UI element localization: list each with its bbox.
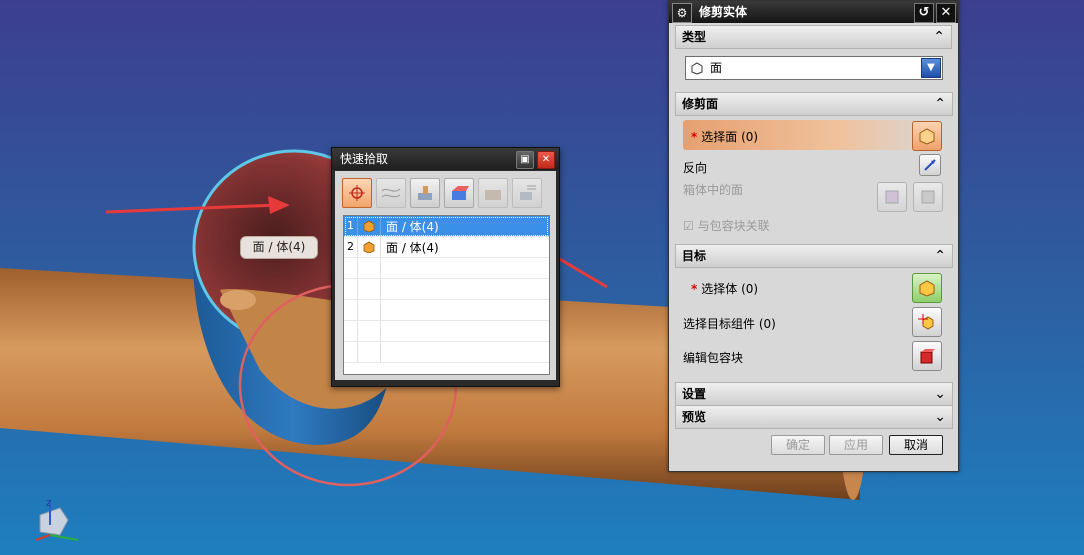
cancel-button[interactable]: 取消 (889, 435, 943, 455)
section-settings-label: 设置 (682, 387, 707, 401)
reset-icon[interactable]: ↺ (914, 3, 934, 23)
type-dropdown-value: 面 (710, 61, 723, 75)
list-item (344, 300, 549, 321)
expand-icon[interactable]: ⌄ (934, 383, 946, 405)
list-item (344, 279, 549, 300)
face-icon (358, 237, 381, 257)
quick-pick-dialog[interactable]: 快速拾取 ▣ ✕ 1 面 / 体(4) 2 面 / 体(4) (331, 147, 560, 387)
dialog-titlebar[interactable]: ⚙ 修剪实体 ↺ ✕ (669, 1, 958, 23)
section-type-label: 类型 (682, 30, 707, 44)
list-item[interactable]: 1 面 / 体(4) (344, 216, 549, 237)
quick-pick-title: 快速拾取 (340, 152, 389, 166)
edit-box-icon (920, 349, 935, 364)
section-preview-header[interactable]: 预览 ⌄ (675, 405, 953, 429)
box-face-button-1[interactable] (877, 182, 907, 212)
pipe-section (220, 290, 256, 310)
section-trim-face-header[interactable]: 修剪面 ⌃ (675, 92, 953, 116)
close-icon[interactable]: ✕ (936, 3, 956, 23)
list-item (344, 342, 549, 363)
quick-pick-filters (335, 171, 556, 208)
face-type-icon (690, 60, 704, 82)
edit-box-label: 编辑包容块 (683, 351, 744, 365)
type-dropdown[interactable]: 面 ▼ (685, 56, 943, 80)
wcs-triad-icon: Z (35, 499, 79, 541)
close-icon[interactable]: ✕ (537, 151, 555, 169)
reverse-direction-icon (924, 159, 936, 171)
pin-icon[interactable]: ▣ (516, 151, 534, 169)
face-select-icon (919, 128, 935, 145)
body-select-icon (919, 280, 935, 297)
svg-text:Z: Z (46, 499, 52, 508)
filter-all-icon[interactable] (342, 178, 372, 208)
list-item-number: 1 (344, 216, 358, 236)
select-component-button[interactable] (912, 307, 942, 337)
filter-other-icon[interactable] (512, 178, 542, 208)
collapse-icon[interactable]: ⌃ (933, 26, 945, 48)
section-target-label: 目标 (682, 249, 707, 263)
ok-button[interactable]: 确定 (771, 435, 825, 455)
reverse-direction-button[interactable] (919, 154, 941, 176)
dialog-title: 修剪实体 (699, 5, 748, 19)
face-icon (358, 216, 381, 236)
quick-pick-list[interactable]: 1 面 / 体(4) 2 面 / 体(4) (343, 215, 550, 375)
select-body-button[interactable] (912, 273, 942, 303)
select-body-label: * 选择体 (0) (691, 282, 759, 296)
quick-pick-titlebar[interactable]: 快速拾取 ▣ ✕ (332, 148, 559, 170)
filter-feature-icon[interactable] (410, 178, 440, 208)
box-face-button-2[interactable] (913, 182, 943, 212)
collapse-icon[interactable]: ⌃ (934, 245, 946, 267)
edit-box-button[interactable] (912, 341, 942, 371)
list-item[interactable]: 2 面 / 体(4) (344, 237, 549, 258)
section-settings-header[interactable]: 设置 ⌄ (675, 382, 953, 406)
gear-icon[interactable]: ⚙ (672, 3, 692, 23)
associate-checkbox[interactable]: ☑ 与包容块关联 (683, 217, 770, 234)
section-trim-face-label: 修剪面 (682, 97, 719, 111)
collapse-icon[interactable]: ⌃ (934, 93, 946, 115)
expand-icon[interactable]: ⌄ (934, 406, 946, 428)
reverse-label: 反向 (683, 161, 708, 175)
list-item-number: 2 (344, 237, 358, 257)
section-preview-label: 预览 (682, 410, 707, 424)
list-item (344, 258, 549, 279)
section-target-header[interactable]: 目标 ⌃ (675, 244, 953, 268)
list-item-label: 面 / 体(4) (386, 240, 439, 255)
select-face-label: * 选择面 (0) (691, 130, 759, 144)
apply-button[interactable]: 应用 (829, 435, 883, 455)
select-face-button[interactable] (912, 121, 942, 151)
faces-in-box-label: 箱体中的面 (683, 183, 744, 197)
filter-component-icon[interactable] (478, 178, 508, 208)
chevron-down-icon[interactable]: ▼ (921, 58, 941, 78)
associate-label: 与包容块关联 (697, 219, 770, 233)
filter-curve-icon[interactable] (376, 178, 406, 208)
selection-tooltip: 面 / 体(4) (240, 236, 318, 259)
component-select-icon (918, 314, 934, 330)
section-type-header[interactable]: 类型 ⌃ (675, 25, 952, 49)
quick-pick-body: 1 面 / 体(4) 2 面 / 体(4) (335, 171, 556, 380)
select-component-label: 选择目标组件 (0) (683, 317, 776, 331)
filter-body-icon[interactable] (444, 178, 474, 208)
list-item-label: 面 / 体(4) (386, 219, 439, 234)
trim-body-dialog[interactable]: ⚙ 修剪实体 ↺ ✕ 类型 ⌃ 面 ▼ 修剪面 ⌃ * 选择面 (0) 反向 箱体… (668, 0, 959, 472)
list-item (344, 321, 549, 342)
